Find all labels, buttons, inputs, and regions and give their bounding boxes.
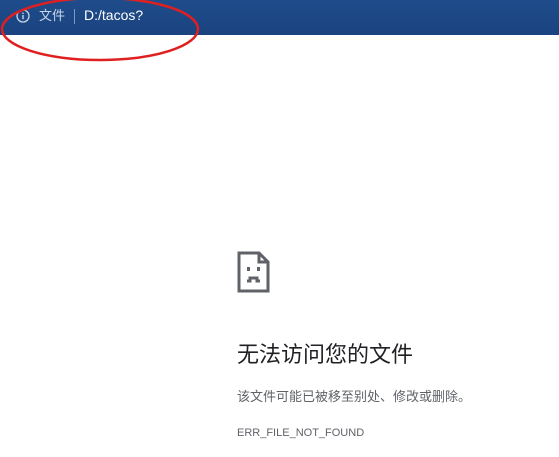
sad-file-icon	[237, 251, 270, 293]
url-text[interactable]: D:/tacos?	[84, 7, 143, 24]
error-description: 该文件可能已被移至别处、修改或删除。	[237, 389, 472, 404]
address-bar[interactable]: 文件 D:/tacos?	[0, 0, 559, 35]
browser-window: 文件 D:/tacos? 无法访问您的文件 该文件可能已被移至别处、修改或删除。…	[0, 0, 559, 457]
error-code: ERR_FILE_NOT_FOUND	[237, 427, 365, 439]
error-title: 无法访问您的文件	[237, 342, 414, 367]
url-separator	[74, 9, 75, 24]
info-circle-icon[interactable]	[16, 9, 30, 23]
url-scheme-label[interactable]: 文件	[39, 8, 65, 24]
